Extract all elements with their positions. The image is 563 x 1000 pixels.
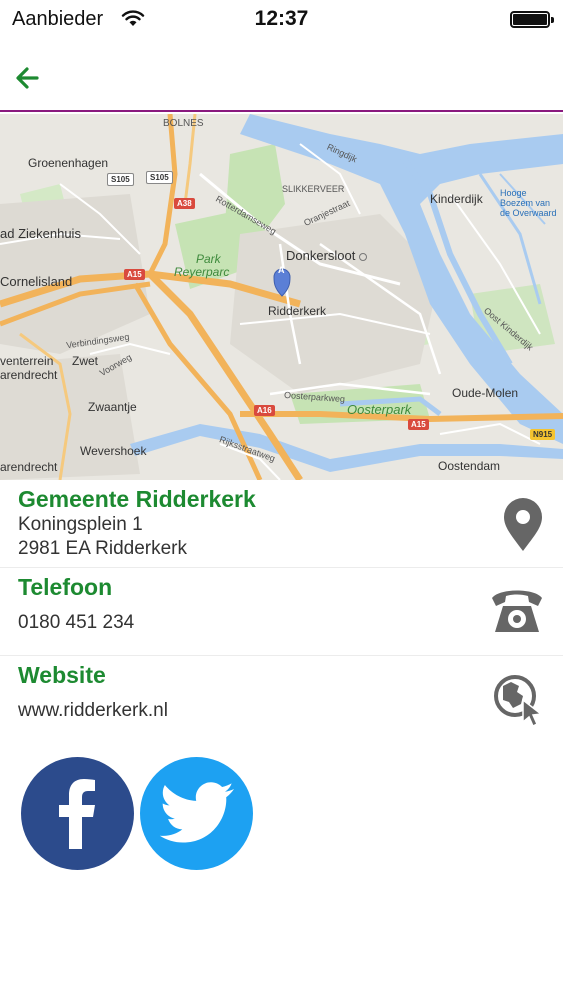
- facebook-icon: [59, 779, 95, 849]
- road-shield-a16: A16: [254, 405, 275, 416]
- map-label-ziekenhuis: ad Ziekenhuis: [0, 226, 81, 241]
- road-shield-a38: A38: [174, 198, 195, 209]
- road-shield-s105-b: S105: [146, 171, 173, 184]
- battery-icon: [510, 11, 554, 28]
- address-line-2: 2981 EA Ridderkerk: [18, 538, 187, 559]
- map-label-park: Park: [196, 252, 221, 266]
- map-label-hooge-boezem: Hooge Boezem van de Overwaard: [500, 188, 557, 218]
- map-label-cornelisland: Cornelisland: [0, 274, 73, 289]
- address-row[interactable]: Gemeente Ridderkerk Koningsplein 1 2981 …: [0, 480, 563, 568]
- twitter-bird-icon: [159, 782, 234, 843]
- map-label-zwet: Zwet: [72, 354, 99, 368]
- road-shield-a15-east: A15: [408, 419, 429, 430]
- navigation-bar: [0, 40, 563, 112]
- municipality-name: Gemeente Ridderkerk: [18, 486, 256, 512]
- phone-title: Telefoon: [18, 574, 113, 600]
- map-label-wevershoek: Wevershoek: [80, 444, 147, 458]
- map-label-ridderkerk: Ridderkerk: [268, 304, 327, 318]
- map-label-arendrecht: arendrecht: [0, 368, 58, 382]
- map-label-bolnes: BOLNES: [163, 118, 204, 129]
- facebook-button[interactable]: [21, 757, 134, 870]
- map-label-oude-molen: Oude-Molen: [452, 386, 519, 400]
- road-shield-n915: N915: [530, 429, 556, 440]
- telephone-icon[interactable]: [489, 582, 545, 638]
- map-label-venterrein: venterrein: [0, 354, 54, 368]
- address-line-1: Koningsplein 1: [18, 514, 143, 535]
- status-bar: Aanbieder 12:37: [0, 0, 563, 40]
- map-label-oosterpark: Oosterpark: [347, 402, 412, 417]
- map-label-kinderdijk: Kinderdijk: [430, 192, 483, 206]
- map-marker-label: A: [278, 265, 285, 275]
- map-label-zwaantje: Zwaantje: [88, 400, 137, 414]
- map-label-arendrecht-south: arendrecht: [0, 460, 58, 474]
- website-url[interactable]: www.ridderkerk.nl: [18, 700, 168, 722]
- twitter-button[interactable]: [140, 757, 253, 870]
- clock-time: 12:37: [254, 7, 309, 30]
- arrow-left-icon: [16, 67, 39, 89]
- location-map[interactable]: A BOLNES Groenenhagen ad Ziekenhuis Corn…: [0, 114, 563, 480]
- map-label-donkersloot: Donkersloot: [286, 248, 368, 263]
- phone-number: 0180 451 234: [18, 612, 135, 633]
- back-button[interactable]: [10, 60, 46, 96]
- map-label-oostendam: Oostendam: [438, 459, 501, 473]
- location-pin-icon[interactable]: [501, 497, 545, 553]
- website-row[interactable]: Website www.ridderkerk.nl: [0, 656, 563, 736]
- globe-cursor-icon[interactable]: [493, 672, 545, 728]
- road-shield-a15-west: A15: [124, 269, 145, 280]
- phone-row[interactable]: Telefoon 0180 451 234: [0, 568, 563, 656]
- website-title: Website: [18, 662, 106, 688]
- map-label-groenenhagen: Groenenhagen: [28, 156, 109, 170]
- road-shield-s105-a: S105: [107, 173, 134, 186]
- map-label-reyerparc: Reyerparc: [174, 265, 230, 279]
- map-label-slikkerveer: SLIKKERVEER: [282, 184, 345, 194]
